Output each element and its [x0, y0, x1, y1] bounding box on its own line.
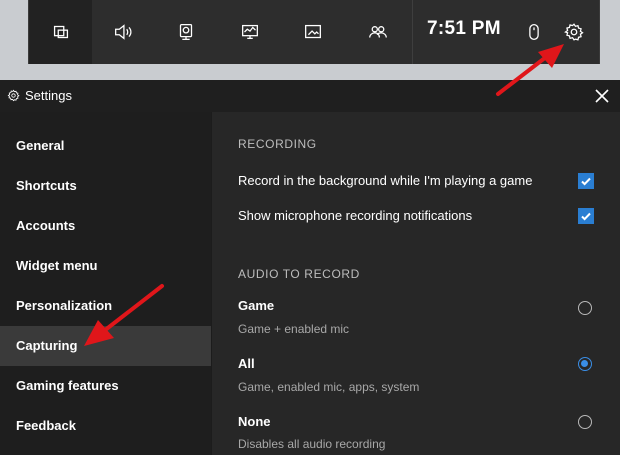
audio-option-none-subtitle: Disables all audio recording — [238, 437, 386, 451]
audio-option-all-title: All — [238, 356, 255, 371]
mic-notifications-checkbox[interactable] — [578, 208, 594, 224]
widget-menu-icon[interactable] — [43, 14, 79, 50]
capturing-panel: RECORDING Record in the background while… — [212, 112, 620, 455]
close-button[interactable] — [592, 86, 612, 106]
sidebar-item-general[interactable]: General — [0, 126, 211, 166]
audio-option-game-radio[interactable] — [578, 301, 592, 315]
settings-gear-icon — [7, 89, 20, 102]
sidebar-item-gaming-features[interactable]: Gaming features — [0, 366, 211, 406]
gallery-icon[interactable] — [295, 14, 331, 50]
sidebar-item-feedback[interactable]: Feedback — [0, 406, 211, 446]
sidebar-item-accounts[interactable]: Accounts — [0, 206, 211, 246]
audio-option-game-subtitle: Game + enabled mic — [238, 322, 350, 336]
audio-option-all-radio[interactable] — [578, 357, 592, 371]
audio-option-game-title: Game — [238, 298, 275, 313]
clock-time: 7:51 PM — [427, 18, 501, 39]
audio-icon[interactable] — [105, 14, 141, 50]
recording-heading: RECORDING — [238, 137, 317, 151]
close-icon — [595, 89, 609, 103]
settings-window: Settings General Shortcuts Accounts Widg… — [0, 80, 620, 455]
arrow-to-capturing-annotation — [84, 284, 164, 346]
audio-option-none-title: None — [238, 414, 271, 429]
game-bar-separator — [412, 0, 413, 64]
background-recording-label: Record in the background while I'm playi… — [238, 173, 533, 188]
audio-to-record-heading: AUDIO TO RECORD — [238, 267, 360, 281]
arrow-to-gear-annotation — [496, 44, 564, 96]
mic-notifications-label: Show microphone recording notifications — [238, 208, 473, 223]
performance-icon[interactable] — [232, 14, 268, 50]
sidebar-item-shortcuts[interactable]: Shortcuts — [0, 166, 211, 206]
audio-option-none-radio[interactable] — [578, 415, 592, 429]
capture-icon[interactable] — [168, 14, 204, 50]
audio-option-all-subtitle: Game, enabled mic, apps, system — [238, 380, 420, 394]
settings-title: Settings — [25, 88, 72, 103]
checkmark-icon — [581, 212, 591, 221]
checkmark-icon — [581, 177, 591, 186]
xbox-social-icon[interactable] — [360, 14, 396, 50]
background-recording-checkbox[interactable] — [578, 173, 594, 189]
